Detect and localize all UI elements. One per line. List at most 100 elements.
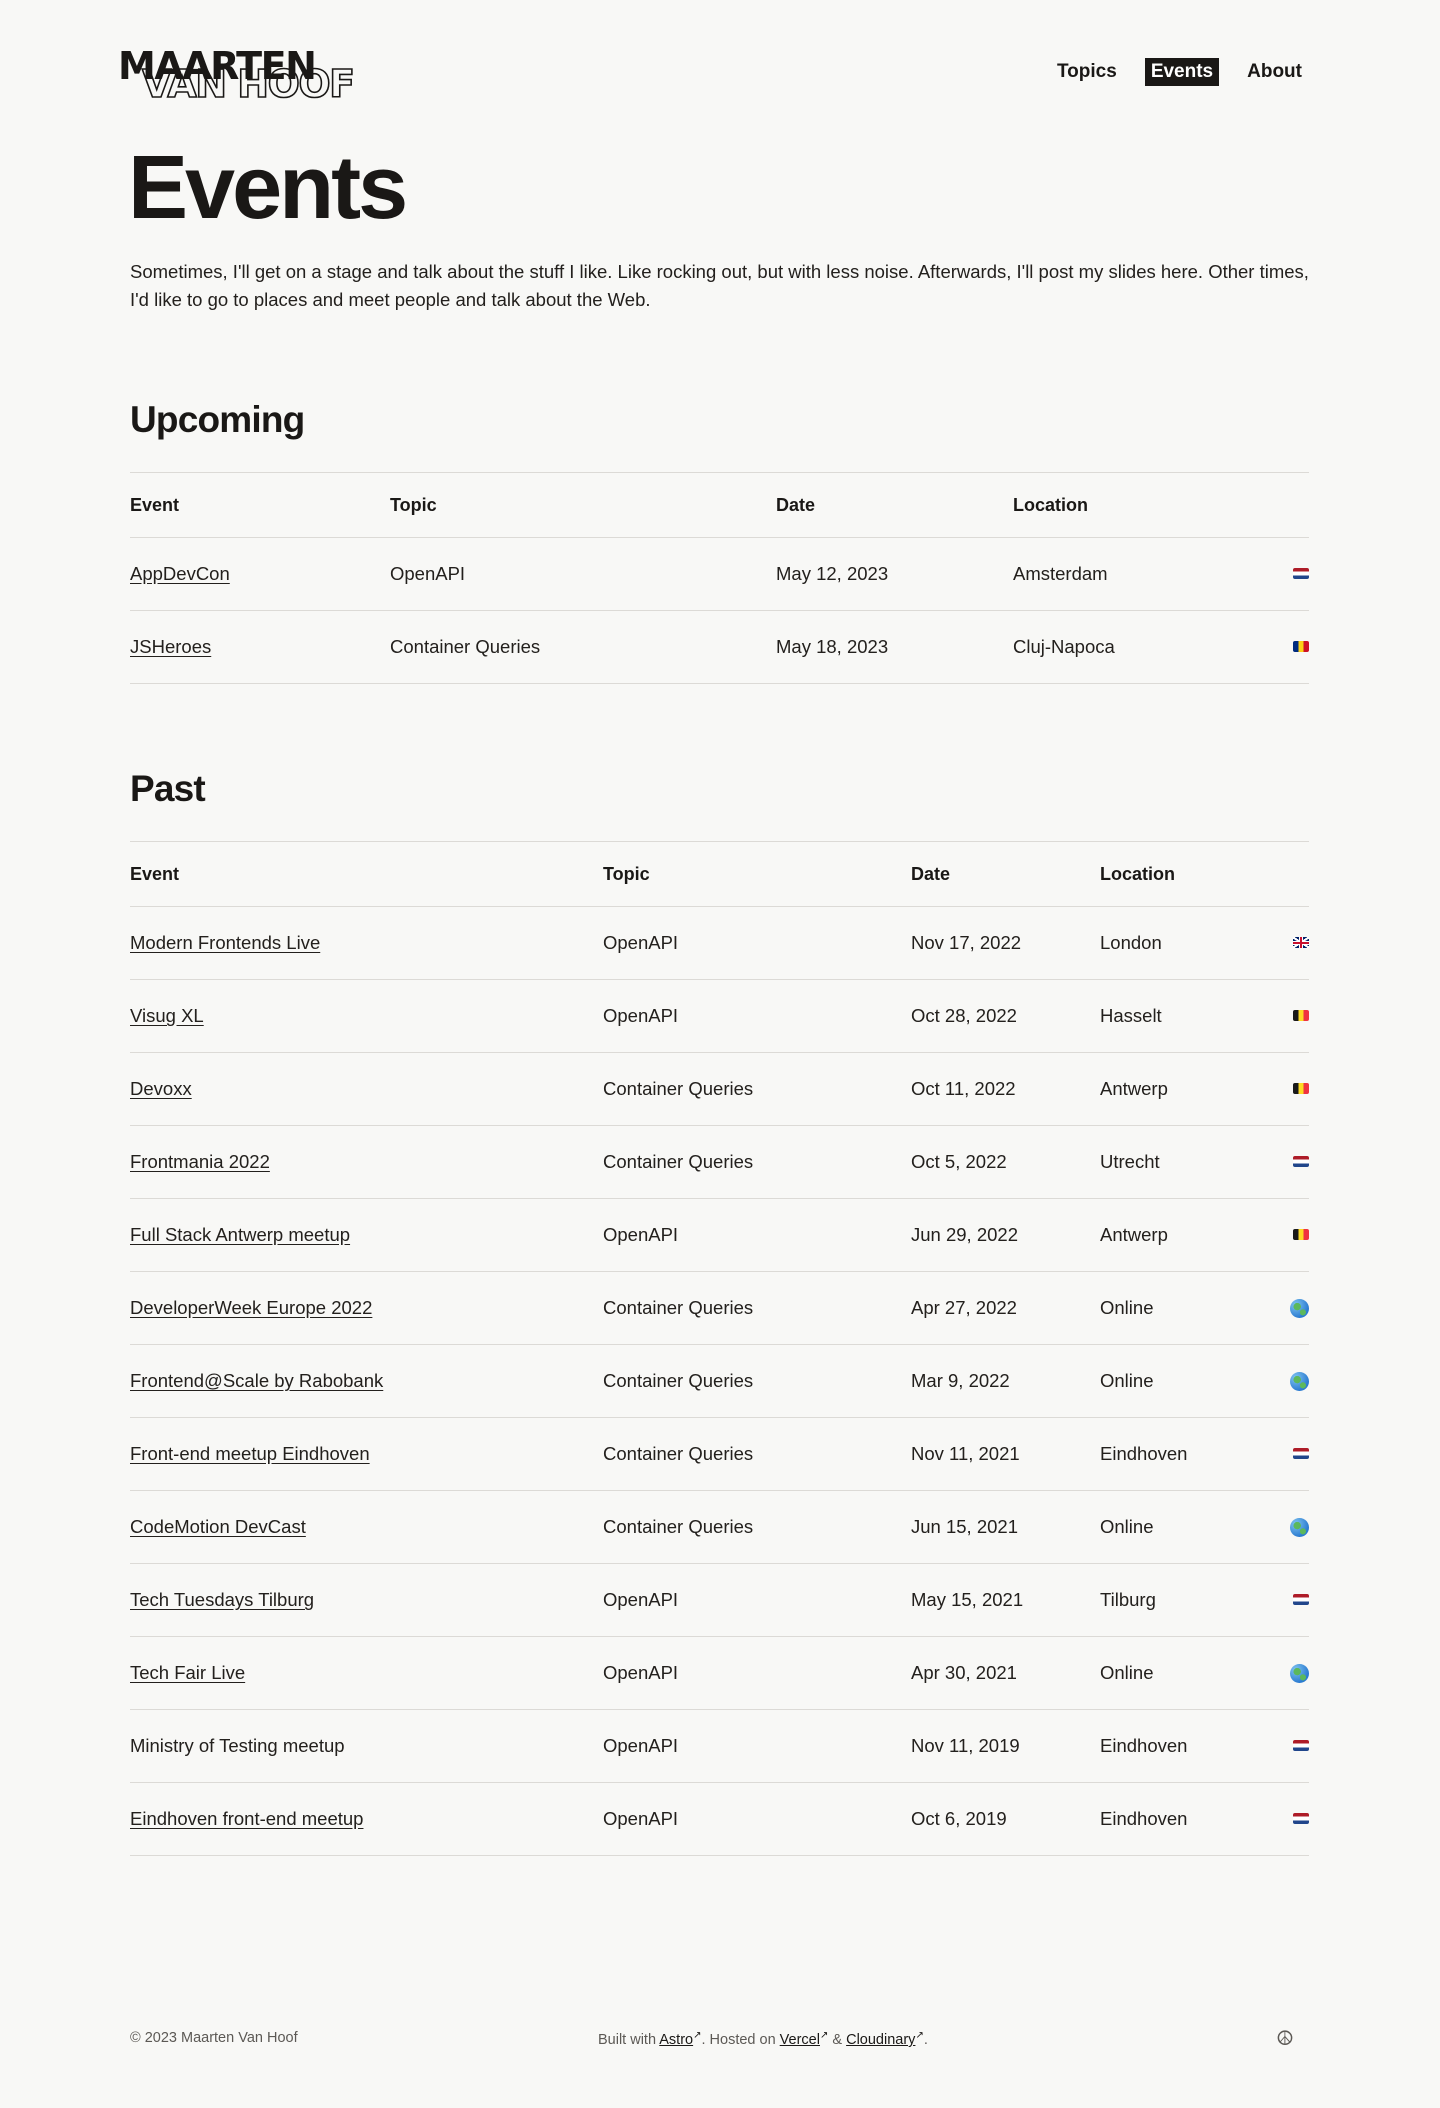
- event-cell: CodeMotion DevCast: [130, 1490, 603, 1564]
- topic-cell: OpenAPI: [603, 906, 911, 980]
- date-cell: Apr 27, 2022: [911, 1271, 1100, 1345]
- ampersand-text: &: [828, 2031, 847, 2048]
- event-link[interactable]: Full Stack Antwerp meetup: [130, 1224, 350, 1245]
- column-header-flag: [1289, 472, 1309, 538]
- built-with-text: Built with: [598, 2031, 660, 2048]
- nav-events[interactable]: Events: [1144, 58, 1220, 86]
- event-link[interactable]: Eindhoven front-end meetup: [130, 1808, 363, 1829]
- topic-cell: OpenAPI: [603, 1563, 911, 1637]
- hosted-on-text: . Hosted on: [701, 2031, 780, 2048]
- location-cell: London: [1100, 906, 1289, 980]
- topic-cell: Container Queries: [603, 1490, 911, 1564]
- vercel-link[interactable]: Vercel: [780, 2032, 820, 2048]
- event-link[interactable]: AppDevCon: [130, 563, 230, 584]
- table-row: Frontmania 2022 Container Queries Oct 5, 2…: [130, 1125, 1309, 1199]
- footer-credits: Built with Astro↗. Hosted on Vercel↗ & C…: [598, 2030, 928, 2048]
- date-cell: Oct 5, 2022: [911, 1125, 1100, 1199]
- topic-cell: Container Queries: [390, 610, 776, 684]
- nav-topics[interactable]: Topics: [1051, 58, 1123, 86]
- period-text: .: [923, 2031, 928, 2048]
- flag-cell: [1289, 1271, 1309, 1345]
- flag-cell: [1289, 537, 1309, 611]
- event-cell: Front-end meetup Eindhoven: [130, 1417, 603, 1491]
- event-link[interactable]: JSHeroes: [130, 636, 211, 657]
- table-row: Tech Tuesdays Tilburg OpenAPI May 15, 2021…: [130, 1563, 1309, 1637]
- location-cell: Eindhoven: [1100, 1709, 1289, 1783]
- flag-cell: [1289, 1563, 1309, 1637]
- flag-cell: [1289, 1782, 1309, 1856]
- event-cell: Frontend@Scale by Rabobank: [130, 1344, 603, 1418]
- topic-cell: Container Queries: [603, 1344, 911, 1418]
- location-cell: Amsterdam: [1013, 537, 1289, 611]
- table-row: Modern Frontends Live OpenAPI Nov 17, 2022…: [130, 906, 1309, 980]
- nl-flag-icon: [1293, 1156, 1309, 1168]
- location-cell: Eindhoven: [1100, 1417, 1289, 1491]
- date-cell: Nov 17, 2022: [911, 906, 1100, 980]
- be-flag-icon: [1293, 1229, 1309, 1241]
- event-link[interactable]: Modern Frontends Live: [130, 932, 320, 953]
- topic-cell: Container Queries: [603, 1052, 911, 1126]
- past-heading: Past: [130, 768, 206, 809]
- upcoming-events-table: Event Topic Date Location AppDevCon OpenA…: [130, 472, 1309, 684]
- topic-cell: Container Queries: [603, 1417, 911, 1491]
- globe-icon: [1290, 1517, 1309, 1537]
- event-link[interactable]: Front-end meetup Eindhoven: [130, 1443, 370, 1464]
- location-cell: Online: [1100, 1344, 1289, 1418]
- date-cell: Jun 15, 2021: [911, 1490, 1100, 1564]
- event-cell: Visug XL: [130, 979, 603, 1053]
- table-row: CodeMotion DevCast Container Queries Jun 1…: [130, 1490, 1309, 1564]
- table-row: Frontend@Scale by Rabobank Container Quer…: [130, 1344, 1309, 1418]
- flag-cell: [1289, 1344, 1309, 1418]
- table-row: Ministry of Testing meetup OpenAPI Nov 11,…: [130, 1709, 1309, 1783]
- event-link[interactable]: DeveloperWeek Europe 2022: [130, 1297, 372, 1318]
- event-link[interactable]: Devoxx: [130, 1078, 192, 1099]
- event-link[interactable]: Tech Fair Live: [130, 1662, 245, 1683]
- location-cell: Online: [1100, 1490, 1289, 1564]
- location-cell: Online: [1100, 1271, 1289, 1345]
- event-cell: Ministry of Testing meetup: [130, 1709, 603, 1783]
- event-cell: Eindhoven front-end meetup: [130, 1782, 603, 1856]
- event-cell: Tech Fair Live: [130, 1636, 603, 1710]
- nl-flag-icon: [1293, 568, 1309, 580]
- event-link[interactable]: Visug XL: [130, 1005, 204, 1026]
- past-events-table: Event Topic Date Location Modern Fronten…: [130, 841, 1309, 1856]
- site-logo[interactable]: VAN HOOF MAARTEN: [118, 44, 358, 107]
- table-row: Front-end meetup Eindhoven Container Quer…: [130, 1417, 1309, 1491]
- intro-paragraph: Sometimes, I'll get on a stage and talk …: [130, 261, 1309, 310]
- event-cell: Tech Tuesdays Tilburg: [130, 1563, 603, 1637]
- globe-icon: [1290, 1663, 1309, 1683]
- event-cell: AppDevCon: [130, 537, 390, 611]
- location-cell: Hasselt: [1100, 979, 1289, 1053]
- location-cell: Eindhoven: [1100, 1782, 1289, 1856]
- flag-cell: [1289, 1125, 1309, 1199]
- flag-cell: [1289, 1052, 1309, 1126]
- page-title: Events: [128, 138, 408, 238]
- flag-cell: [1289, 610, 1309, 684]
- column-header-event: Event: [130, 472, 390, 538]
- flag-cell: [1289, 1709, 1309, 1783]
- cloudinary-link[interactable]: Cloudinary: [846, 2032, 915, 2048]
- column-header-location: Location: [1013, 472, 1289, 538]
- table-row: Visug XL OpenAPI Oct 28, 2022 Hasselt: [130, 979, 1309, 1053]
- event-cell: Frontmania 2022: [130, 1125, 603, 1199]
- table-header-row: Event Topic Date Location: [130, 472, 1309, 538]
- astro-link[interactable]: Astro: [659, 2032, 693, 2048]
- flag-cell: [1289, 1490, 1309, 1564]
- date-cell: Nov 11, 2021: [911, 1417, 1100, 1491]
- globe-icon: [1290, 1298, 1309, 1318]
- column-header-topic: Topic: [390, 472, 776, 538]
- event-link[interactable]: Tech Tuesdays Tilburg: [130, 1589, 314, 1610]
- event-link[interactable]: CodeMotion DevCast: [130, 1516, 306, 1537]
- location-cell: Online: [1100, 1636, 1289, 1710]
- event-link[interactable]: Frontmania 2022: [130, 1151, 270, 1172]
- nav-about[interactable]: About: [1241, 58, 1308, 86]
- be-flag-icon: [1293, 1010, 1309, 1022]
- event-cell: Full Stack Antwerp meetup: [130, 1198, 603, 1272]
- nl-flag-icon: [1293, 1740, 1309, 1752]
- topic-cell: OpenAPI: [603, 1636, 911, 1710]
- flag-cell: [1289, 1417, 1309, 1491]
- location-cell: Utrecht: [1100, 1125, 1289, 1199]
- flag-cell: [1289, 1636, 1309, 1710]
- event-link[interactable]: Frontend@Scale by Rabobank: [130, 1370, 383, 1391]
- date-cell: May 12, 2023: [776, 537, 1013, 611]
